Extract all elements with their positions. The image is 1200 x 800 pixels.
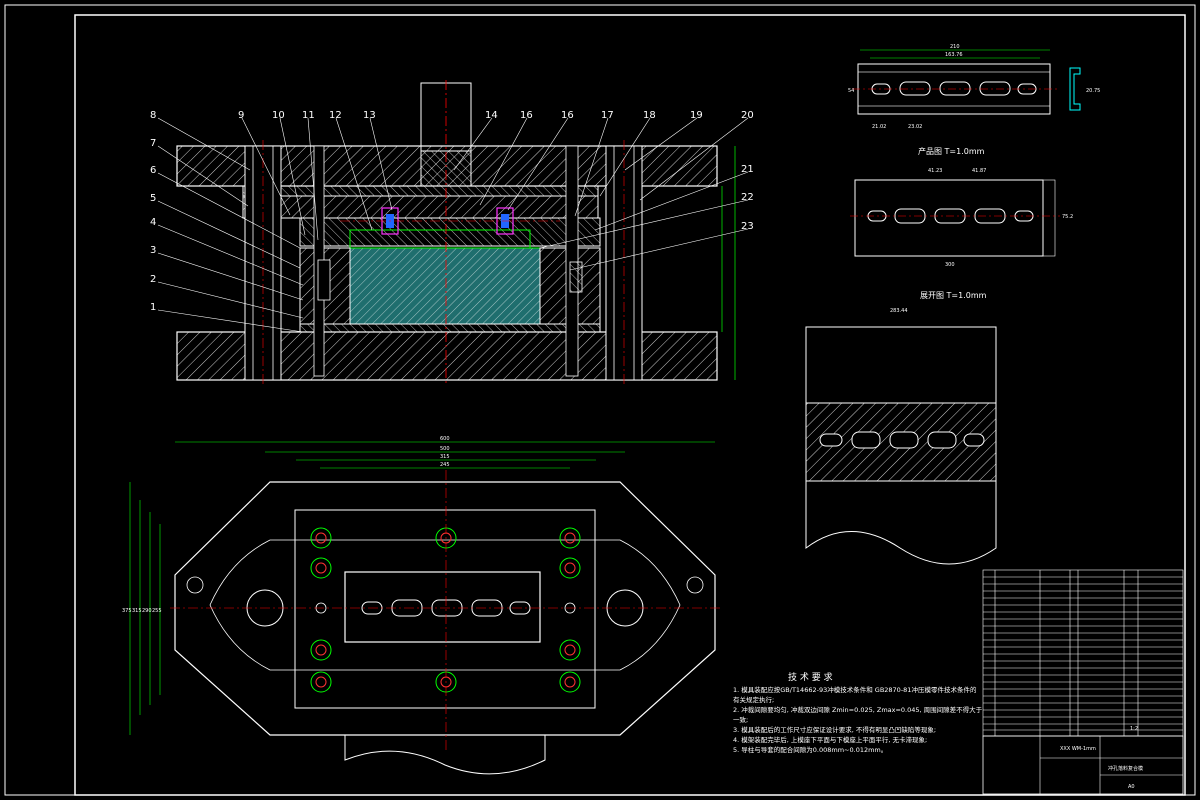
blank-height-dim: 75.2	[1062, 214, 1073, 220]
callout-3: 3	[150, 245, 156, 256]
plan-h1-dim: 375	[122, 608, 132, 614]
callout-21: 21	[741, 164, 754, 175]
tech-req-line-5: 3. 模具装配后的工作尺寸应保证设计要求, 不得有明显凸凹缺陷等现象;	[733, 725, 936, 734]
blank-view-title: 展开图 T=1.0mm	[920, 291, 987, 300]
callout-6: 6	[150, 165, 156, 176]
plan-h4-dim: 255	[152, 608, 162, 614]
inner-frame	[74, 14, 1186, 796]
title-block: XXX WM-1mm 1:2 冲孔落料复合模 A0	[982, 726, 1184, 795]
tech-requirements: 技 术 要 求 1. 模具装配应按GB/T14662-93冲模技术条件和 GB2…	[733, 671, 983, 754]
product-side-dim: 20.75	[1086, 88, 1100, 94]
part-name: 冲孔落料复合模	[1108, 765, 1143, 772]
callout-19: 19	[690, 110, 703, 121]
callout-16a: 16	[520, 110, 533, 121]
callout-17: 17	[601, 110, 614, 121]
callout-20: 20	[741, 110, 754, 121]
plan-overall-dim: 600	[440, 436, 450, 442]
tech-req-line-4: 一致;	[733, 715, 748, 724]
drawing-number: XXX WM-1mm	[1060, 746, 1096, 752]
tech-req-line-3: 2. 冲裁间隙要均匀, 冲裁双边间隙 Zmin=0.025, Zmax=0.04…	[733, 705, 983, 714]
plan-inner1-dim: 500	[440, 446, 450, 452]
plan-view: 600 500 315 245 375 315 290 255	[122, 436, 720, 775]
product-view: 210 163.76 54 21.02 23.02 20.75	[848, 44, 1100, 130]
callout-8: 8	[150, 110, 156, 121]
outer-border	[4, 4, 1196, 796]
strip-width-dim: 283.44	[890, 308, 908, 314]
tech-req-line-1: 1. 模具装配应按GB/T14662-93冲模技术条件和 GB2870-81冲压…	[733, 685, 977, 694]
product-height-dim: 54	[848, 88, 854, 94]
blank-d1-dim: 41.23	[928, 168, 942, 174]
callout-23: 23	[741, 221, 754, 232]
tech-req-line-7: 5. 导柱与导套的配合间隙为0.008mm~0.012mm。	[733, 745, 887, 754]
tech-req-line-6: 4. 模架装配完毕后, 上模座下平面与下模座上平面平行, 无卡滞现象;	[733, 735, 927, 744]
callout-7: 7	[150, 138, 156, 149]
product-d2-dim: 23.02	[908, 124, 922, 130]
strip-layout-view: 283.44	[805, 308, 997, 565]
product-d1-dim: 21.02	[872, 124, 886, 130]
section-view	[176, 80, 736, 384]
product-width-dim: 210	[950, 44, 960, 50]
callout-4: 4	[150, 217, 156, 228]
blank-view: 41.23 41.87 75.2 300	[850, 168, 1073, 268]
callout-2: 2	[150, 274, 156, 285]
scale-label: 1:2	[1130, 726, 1138, 732]
tech-req-title: 技 术 要 求	[788, 671, 833, 683]
tech-req-line-2: 有关规定执行;	[733, 695, 774, 704]
callout-5: 5	[150, 193, 156, 204]
plan-h3-dim: 290	[142, 608, 152, 614]
cad-drawing-canvas: 1 2 3 4 5 6 7 8 9 10 11 12 13 14 16 16 1…	[4, 4, 1196, 796]
callout-18: 18	[643, 110, 656, 121]
callout-16b: 16	[561, 110, 574, 121]
sheet-size: A0	[1128, 784, 1135, 790]
plan-h2-dim: 315	[132, 608, 142, 614]
product-sub-dim: 163.76	[945, 52, 963, 58]
callout-12: 12	[329, 110, 342, 121]
callout-1: 1	[150, 302, 156, 313]
product-view-title: 产品图 T=1.0mm	[918, 146, 985, 156]
callout-10: 10	[272, 110, 285, 121]
callout-13: 13	[363, 110, 376, 121]
callout-22: 22	[741, 192, 754, 203]
callout-14: 14	[485, 110, 498, 121]
parts-list	[982, 569, 1184, 737]
plan-inner2-dim: 315	[440, 454, 450, 460]
blank-d2-dim: 41.87	[972, 168, 986, 174]
callout-9: 9	[238, 110, 244, 121]
plan-inner3-dim: 245	[440, 462, 450, 468]
blank-width-dim: 300	[945, 262, 955, 268]
callout-11: 11	[302, 110, 315, 121]
